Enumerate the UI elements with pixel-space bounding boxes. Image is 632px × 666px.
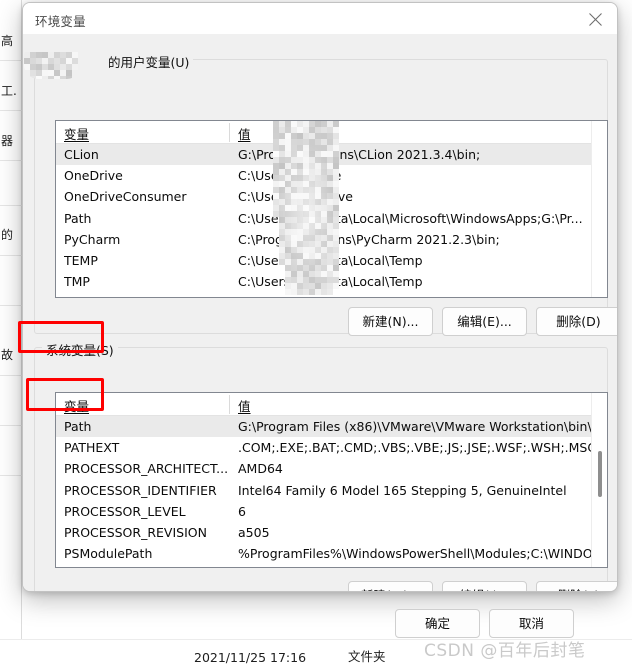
background-row-line bbox=[0, 160, 22, 161]
system-variable-value: Intel64 Family 6 Model 165 Stepping 5, G… bbox=[238, 482, 567, 498]
system-variable-name: PROCESSOR_IDENTIFIER bbox=[64, 482, 217, 498]
user-variable-value: C:\Users OneDrive bbox=[238, 189, 353, 205]
dialog-titlebar: 环境变量 bbox=[23, 3, 617, 34]
system-variable-value: a505 bbox=[238, 524, 270, 540]
close-icon[interactable] bbox=[573, 3, 617, 34]
user-table-scrollbar[interactable] bbox=[591, 121, 607, 297]
background-file-type: 文件夹 bbox=[348, 649, 386, 664]
table-row[interactable]: PROCESSOR_LEVEL 6 bbox=[56, 501, 607, 522]
background-file-row: 2021/11/25 17:16 文件夹 bbox=[0, 639, 632, 666]
user-column-header-value[interactable]: 值 bbox=[238, 124, 251, 143]
dialog-title: 环境变量 bbox=[35, 14, 86, 29]
system-table-body: Path G:\Program Files (x86)\VMware\VMwar… bbox=[56, 416, 607, 567]
background-row-line bbox=[0, 110, 22, 111]
system-column-divider bbox=[229, 395, 230, 414]
environment-variables-dialog: 环境变量 的用户变量(U) 变量 值 CLion G:\Pro es\JetBr… bbox=[22, 2, 618, 592]
system-variables-table[interactable]: 变量 值 Path G:\Program Files (x86)\VMware\… bbox=[55, 392, 608, 568]
user-variable-name: Path bbox=[64, 210, 92, 226]
user-table-header: 变量 值 bbox=[56, 121, 607, 144]
new-user-variable-button[interactable]: 新建(N)... bbox=[348, 307, 433, 336]
background-file-date: 2021/11/25 17:16 bbox=[194, 650, 307, 665]
user-column-divider bbox=[229, 123, 230, 142]
table-row[interactable]: OneDrive C:\Use OneDrive bbox=[56, 165, 607, 186]
background-row-line bbox=[0, 475, 22, 476]
background-row-line bbox=[0, 425, 22, 426]
table-row[interactable]: TMP C:\Users AppData\Local\Temp bbox=[56, 271, 607, 292]
background-glyph: 故 bbox=[1, 348, 14, 362]
background-row-line bbox=[0, 60, 22, 61]
system-variable-name: PROCESSOR_REVISION bbox=[64, 524, 207, 540]
user-variable-name: OneDrive bbox=[64, 168, 123, 184]
table-row[interactable]: CLion G:\Pro es\JetBrains\CLion 2021.3.4… bbox=[56, 144, 607, 166]
table-row[interactable]: PROCESSOR_IDENTIFIER Intel64 Family 6 Mo… bbox=[56, 480, 607, 501]
user-table-body: CLion G:\Pro es\JetBrains\CLion 2021.3.4… bbox=[56, 144, 607, 297]
table-row[interactable]: PSModulePath %ProgramFiles%\WindowsPower… bbox=[56, 543, 607, 564]
user-variable-value: C:\Users AppData\Local\Temp bbox=[238, 252, 423, 268]
user-variable-value: C:\Users AppData\Local\Temp bbox=[238, 274, 423, 290]
system-scrollbar-thumb[interactable] bbox=[598, 451, 602, 497]
user-column-header-variable[interactable]: 变量 bbox=[64, 124, 89, 143]
background-glyph: 高 bbox=[1, 34, 14, 48]
background-row-line bbox=[0, 255, 22, 256]
system-table-scrollbar[interactable] bbox=[591, 393, 607, 567]
system-column-header-value[interactable]: 值 bbox=[238, 396, 251, 415]
redaction-mosaic-legend bbox=[24, 52, 81, 79]
table-row[interactable]: PATHEXT .COM;.EXE;.BAT;.CMD;.VBS;.VBE;.J… bbox=[56, 437, 607, 458]
edit-user-variable-button[interactable]: 编辑(E)... bbox=[442, 307, 527, 336]
dialog-body: 的用户变量(U) 变量 值 CLion G:\Pro es\JetBrains\… bbox=[23, 34, 617, 591]
system-variable-name: PROCESSOR_LEVEL bbox=[64, 503, 186, 519]
system-variable-name: PSModulePath bbox=[64, 546, 153, 562]
system-variable-name: Path bbox=[64, 419, 92, 434]
system-variable-name: PATHEXT bbox=[64, 440, 120, 456]
background-glyph: 工. bbox=[1, 84, 17, 98]
table-row[interactable]: Path C:\Users AppData\Local\Microsoft\Wi… bbox=[56, 208, 607, 229]
user-variable-value: C:\Use OneDrive bbox=[238, 168, 342, 184]
edit-system-variable-button[interactable]: 编辑(I)... bbox=[442, 581, 527, 591]
table-row[interactable]: OneDriveConsumer C:\Users OneDrive bbox=[56, 186, 607, 207]
system-table-header: 变量 值 bbox=[56, 393, 607, 416]
background-glyph: 器 bbox=[1, 134, 14, 148]
background-row-line bbox=[0, 205, 22, 206]
user-variable-name: OneDriveConsumer bbox=[64, 189, 187, 205]
system-column-header-variable[interactable]: 变量 bbox=[64, 396, 89, 415]
user-variables-table[interactable]: 变量 值 CLion G:\Pro es\JetBrains\CLion 202… bbox=[55, 120, 608, 298]
background-row-line bbox=[0, 305, 22, 306]
user-variable-value: G:\Pro es\JetBrains\CLion 2021.3.4\bin; bbox=[238, 147, 481, 162]
system-variable-value: .COM;.EXE;.BAT;.CMD;.VBS;.VBE;.JS;.JSE;.… bbox=[238, 440, 597, 456]
system-variable-name: PROCESSOR_ARCHITECT... bbox=[64, 461, 229, 477]
user-variable-name: PyCharm bbox=[64, 231, 121, 247]
background-row-line bbox=[0, 375, 22, 376]
system-variable-value: G:\Program Files (x86)\VMware\VMware Wor… bbox=[238, 419, 598, 434]
user-variables-legend-text: 的用户变量(U) bbox=[108, 55, 190, 70]
background-glyph: 的 bbox=[1, 228, 14, 242]
cancel-button[interactable]: 取消 bbox=[489, 609, 574, 638]
user-variable-value: C:\Users AppData\Local\Microsoft\Windows… bbox=[238, 210, 583, 226]
user-variable-name: TEMP bbox=[64, 252, 98, 268]
delete-system-variable-button[interactable]: 删除(L) bbox=[536, 581, 617, 591]
system-variables-legend: 系统变量(S) bbox=[42, 340, 118, 359]
table-row[interactable]: Path G:\Program Files (x86)\VMware\VMwar… bbox=[56, 416, 607, 438]
table-row[interactable]: TEMP C:\Users AppData\Local\Temp bbox=[56, 250, 607, 271]
user-variable-name: CLion bbox=[64, 147, 99, 162]
system-variable-value: AMD64 bbox=[238, 461, 283, 477]
system-variable-value: 6 bbox=[238, 503, 246, 519]
table-row[interactable]: PROCESSOR_REVISION a505 bbox=[56, 522, 607, 543]
table-row[interactable]: PyCharm C:\Progr \JetBrains\PyCharm 2021… bbox=[56, 229, 607, 250]
user-variable-name: TMP bbox=[64, 274, 90, 290]
delete-user-variable-button[interactable]: 删除(D) bbox=[536, 307, 617, 336]
system-variable-value: %ProgramFiles%\WindowsPowerShell\Modules… bbox=[238, 546, 598, 562]
table-row[interactable]: PROCESSOR_ARCHITECT... AMD64 bbox=[56, 458, 607, 479]
ok-button[interactable]: 确定 bbox=[395, 609, 480, 638]
user-variable-value: C:\Progr \JetBrains\PyCharm 2021.2.3\bin… bbox=[238, 231, 500, 247]
new-system-variable-button[interactable]: 新建(W)... bbox=[348, 581, 433, 591]
